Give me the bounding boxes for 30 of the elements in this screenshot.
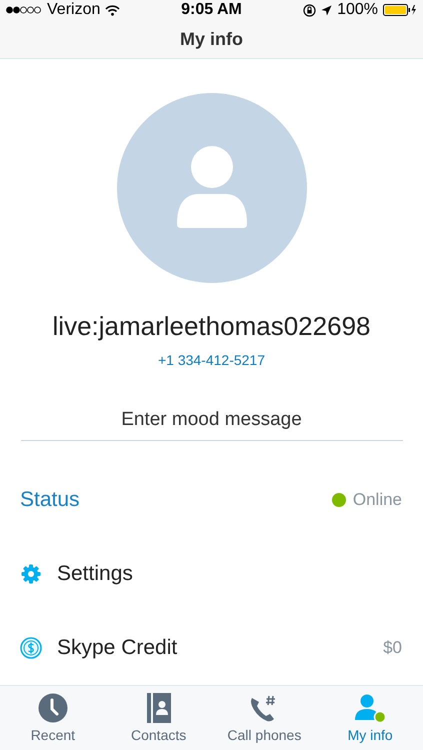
person-online-icon [353, 693, 388, 723]
dollar-coin-icon [20, 637, 42, 659]
user-name: live:jamarleethomas022698 [52, 311, 370, 342]
tab[interactable]: Contacts [106, 686, 212, 750]
settings-icon [20, 563, 42, 585]
clock-icon [38, 693, 68, 723]
wifi-icon [105, 4, 120, 16]
location-icon [321, 4, 332, 16]
avatar-icon [116, 93, 306, 283]
battery-percent: 100% [337, 1, 378, 20]
signal-icon [6, 6, 42, 14]
status-row[interactable]: Status Online [0, 463, 423, 537]
page-title: My info [180, 28, 243, 50]
settings-row[interactable]: Settings [0, 537, 423, 611]
tab[interactable]: Recent [0, 686, 106, 750]
credit-row[interactable]: Skype Credit $0 [0, 611, 423, 685]
row-label: Status [20, 488, 80, 512]
row-label: Skype Credit [57, 636, 178, 660]
rotation-lock-icon [303, 4, 316, 17]
row-label: Settings [57, 562, 133, 586]
tab[interactable]: Call phones [212, 686, 318, 750]
row-value: Online [352, 490, 402, 510]
row-value: $0 [383, 638, 402, 658]
contacts-book-icon [146, 693, 171, 723]
battery-icon [382, 4, 417, 16]
carrier: Verizon [47, 1, 100, 20]
clock-time: 9:05 AM [181, 1, 242, 20]
online-dot [332, 493, 346, 507]
tab[interactable]: My info [317, 686, 423, 750]
phone-link[interactable]: +1 334-412-5217 [158, 352, 266, 368]
